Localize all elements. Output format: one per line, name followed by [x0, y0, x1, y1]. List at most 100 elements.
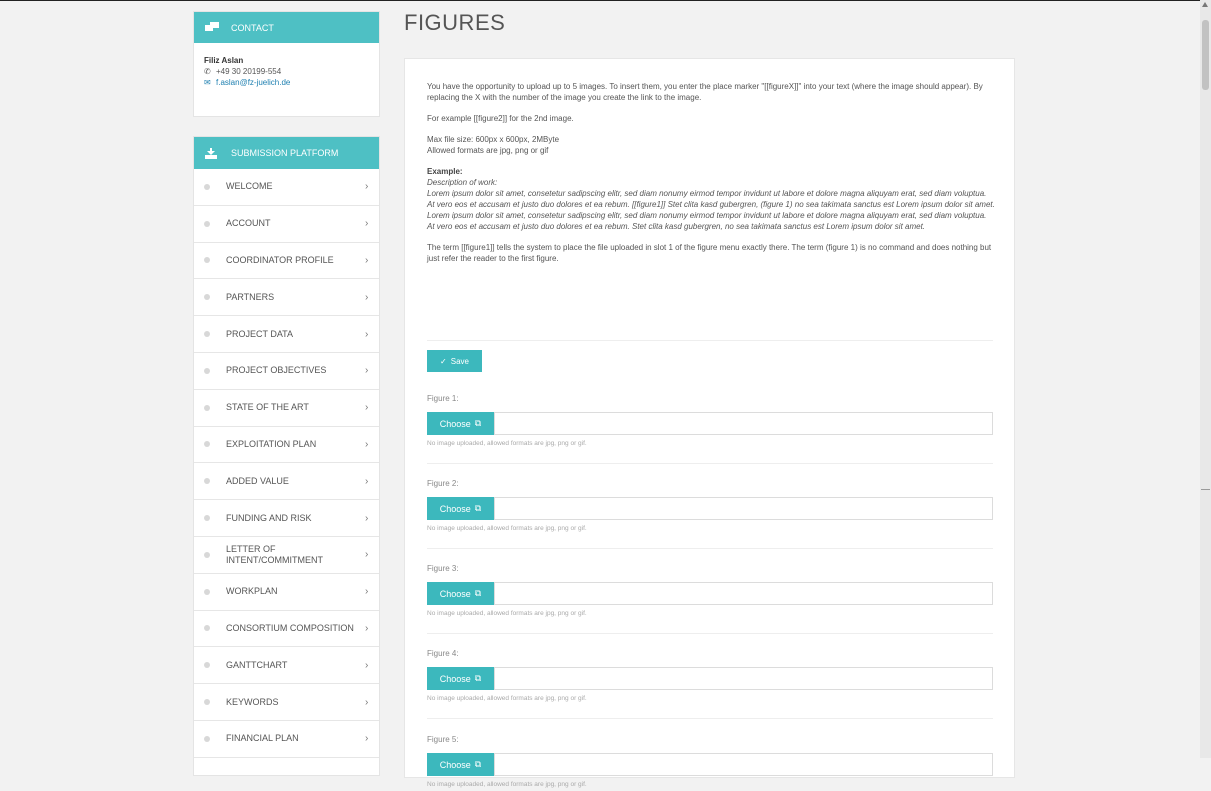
intro-paragraph-4: The term [[figure1]] tells the system to… [427, 243, 992, 263]
sidebar-item-label: FUNDING AND RISK [226, 512, 312, 523]
sidebar-item-label: STATE OF THE ART [226, 402, 309, 413]
bullet-icon [204, 367, 210, 374]
scrollbar-thumb[interactable] [1202, 20, 1209, 90]
upload-hint: No image uploaded, allowed formats are j… [427, 525, 587, 532]
example-title: Example: [427, 167, 463, 176]
figure-label: Figure 4: [427, 649, 459, 658]
sidebar-item-added-value[interactable]: ADDED VALUE › [194, 463, 379, 501]
file-upload-row: Choose ⧉ [427, 582, 993, 605]
copy-files-icon: ⧉ [474, 588, 482, 598]
file-name-field[interactable] [494, 412, 993, 435]
bullet-icon [204, 294, 210, 301]
chevron-right-icon: › [365, 733, 369, 745]
sidebar-item-label: EXPLOITATION PLAN [226, 438, 317, 449]
bullet-icon [204, 551, 210, 558]
bullet-icon [204, 257, 210, 264]
file-upload-row: Choose ⧉ [427, 667, 993, 690]
chevron-right-icon: › [365, 512, 369, 524]
chevron-right-icon: › [365, 696, 369, 708]
intro-paragraph-2: For example [[figure2]] for the 2nd imag… [427, 114, 574, 123]
file-upload-row: Choose ⧉ [427, 497, 993, 520]
sidebar-item-label: WELCOME [226, 181, 273, 192]
bullet-icon [204, 625, 210, 632]
sidebar-item-workplan[interactable]: WORKPLAN › [194, 574, 379, 611]
chat-icon [205, 22, 219, 33]
page-title: FIGURES [404, 10, 506, 35]
figure-label: Figure 2: [427, 479, 459, 488]
bullet-icon [204, 662, 210, 669]
bullet-icon [204, 478, 210, 485]
copy-files-icon: ⧉ [474, 673, 482, 683]
file-name-field[interactable] [494, 582, 993, 605]
copy-files-icon: ⧉ [474, 418, 482, 428]
choose-file-button[interactable]: Choose ⧉ [427, 582, 494, 605]
scrollbar[interactable] [1200, 0, 1211, 758]
contact-box: CONTACT Filiz Aslan ✆ +49 30 20199-554 ✉… [193, 11, 380, 117]
chevron-right-icon: › [365, 438, 369, 450]
divider [427, 718, 993, 719]
sidebar-item-label: PROJECT OBJECTIVES [226, 365, 327, 376]
bullet-icon [204, 699, 210, 706]
contact-email-row: ✉ f.aslan@fz-juelich.de [204, 77, 379, 88]
sidebar-item-coordinator-profile[interactable]: COORDINATOR PROFILE › [194, 243, 379, 280]
contact-header-label: CONTACT [231, 22, 274, 33]
chevron-right-icon: › [365, 254, 369, 266]
choose-file-button[interactable]: Choose ⧉ [427, 667, 494, 690]
save-button[interactable]: ✓ Save [427, 350, 482, 372]
choose-file-button[interactable]: Choose ⧉ [427, 497, 494, 520]
example-subtitle: Description of work: [427, 178, 498, 187]
chevron-right-icon: › [365, 475, 369, 487]
file-name-field[interactable] [494, 497, 993, 520]
figures-panel: You have the opportunity to upload up to… [404, 58, 1015, 788]
choose-file-button[interactable]: Choose ⧉ [427, 412, 494, 435]
sidebar-item-exploitation-plan[interactable]: EXPLOITATION PLAN › [194, 427, 379, 464]
submission-platform-nav: SUBMISSION PLATFORM WELCOME › ACCOUNT › COOR… [193, 136, 380, 776]
chevron-right-icon: › [365, 402, 369, 414]
copy-files-icon: ⧉ [474, 759, 482, 769]
sidebar-item-state-of-the-art[interactable]: STATE OF THE ART › [194, 390, 379, 427]
sidebar-item-financial-plan[interactable]: FINANCIAL PLAN › [194, 721, 379, 758]
bullet-icon [204, 183, 210, 190]
sidebar-item-letter-of-intent-commitment[interactable]: LETTER OF INTENT/COMMITMENT › [194, 537, 379, 574]
chevron-right-icon: › [365, 328, 369, 340]
figure-slot: Figure 4: Choose ⧉ No image uploaded, allow… [427, 649, 993, 705]
figure-slot: Figure 5: Choose ⧉ No image uploaded, allow… [427, 735, 993, 791]
sidebar-item-consortium-composition[interactable]: CONSORTIUM COMPOSITION › [194, 611, 379, 648]
sidebar-item-label: WORKPLAN [226, 586, 278, 597]
sidebar-item-label: KEYWORDS [226, 696, 279, 707]
file-name-field[interactable] [494, 753, 993, 776]
sidebar-item-label: CONSORTIUM COMPOSITION [226, 622, 354, 633]
bullet-icon [204, 588, 210, 595]
file-name-field[interactable] [494, 667, 993, 690]
sidebar-item-keywords[interactable]: KEYWORDS › [194, 684, 379, 721]
sidebar-item-project-objectives[interactable]: PROJECT OBJECTIVES › [194, 353, 379, 390]
sidebar-item-account[interactable]: ACCOUNT › [194, 206, 379, 243]
upload-hint: No image uploaded, allowed formats are j… [427, 781, 587, 788]
figure-slot: Figure 1: Choose ⧉ No image uploaded, allow… [427, 394, 993, 450]
scrollbar-mark [1201, 489, 1210, 490]
sidebar-item-label: PROJECT DATA [226, 328, 294, 339]
chevron-right-icon: › [365, 291, 369, 303]
scroll-up-arrow-icon[interactable] [1202, 2, 1208, 7]
chevron-right-icon: › [365, 181, 369, 193]
bullet-icon [204, 220, 210, 227]
sidebar-item-label: COORDINATOR PROFILE [226, 254, 334, 265]
contact-name: Filiz Aslan [204, 56, 244, 65]
sidebar-item-label: LETTER OF INTENT/COMMITMENT [226, 543, 323, 565]
sidebar-item-funding-and-risk[interactable]: FUNDING AND RISK › [194, 500, 379, 537]
choose-button-label: Choose [439, 673, 471, 684]
chevron-right-icon: › [365, 659, 369, 671]
figure-label: Figure 3: [427, 564, 459, 573]
choose-file-button[interactable]: Choose ⧉ [427, 753, 494, 776]
sidebar-item-welcome[interactable]: WELCOME › [194, 169, 379, 206]
divider [427, 340, 993, 341]
sidebar-item-label: PARTNERS [226, 291, 275, 302]
choose-button-label: Choose [439, 588, 471, 599]
sidebar-item-project-data[interactable]: PROJECT DATA › [194, 316, 379, 353]
sidebar-item-label: ACCOUNT [226, 218, 271, 229]
phone-icon: ✆ [204, 67, 211, 76]
sidebar-item-ganttchart[interactable]: GANTTCHART › [194, 647, 379, 685]
copy-files-icon: ⧉ [474, 503, 482, 513]
sidebar-item-partners[interactable]: PARTNERS › [194, 279, 379, 317]
contact-email-link[interactable]: f.aslan@fz-juelich.de [216, 77, 290, 88]
